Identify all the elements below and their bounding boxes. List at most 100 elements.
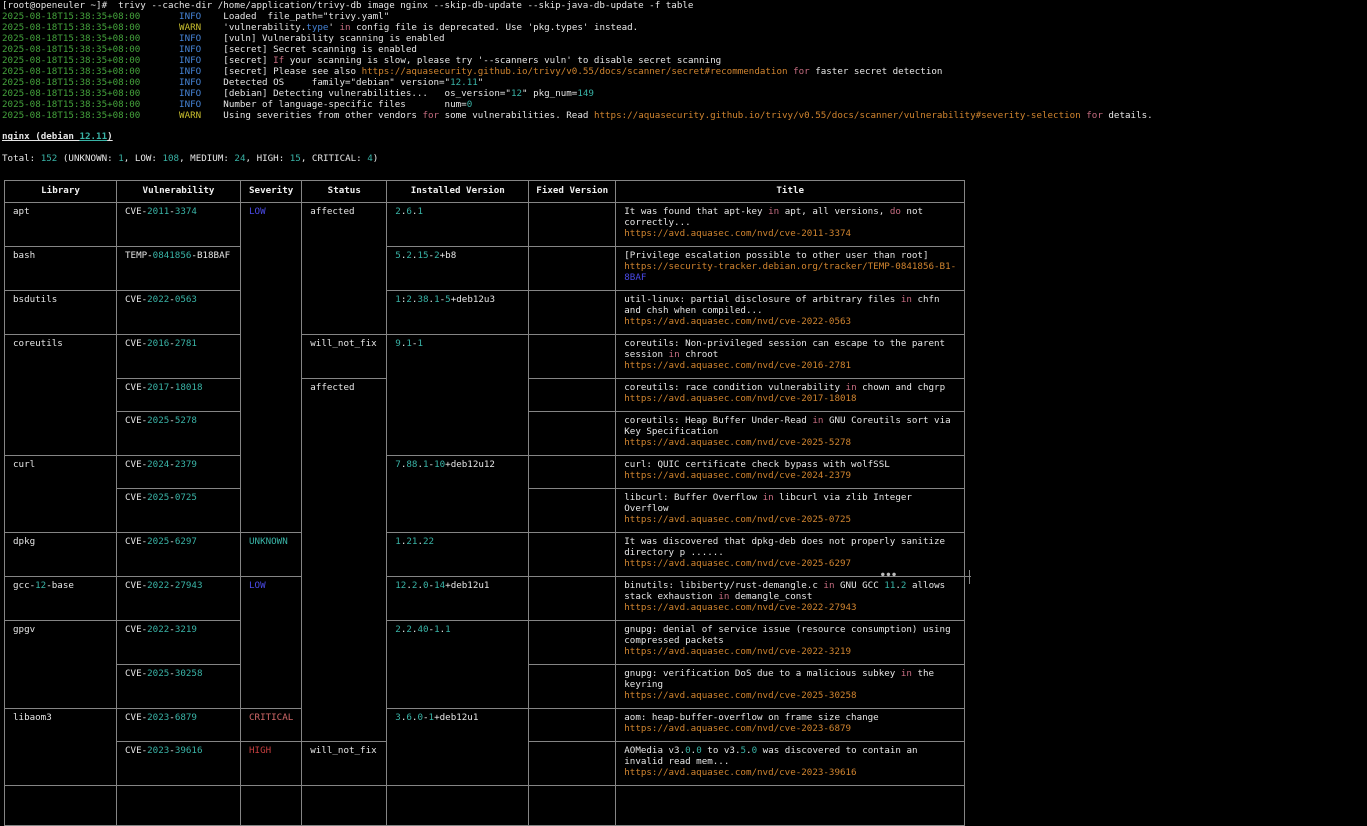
text-segment: 15 (290, 153, 301, 164)
text-segment: demangle_const (729, 591, 812, 602)
column-header-fixed-version: Fixed Version (529, 181, 616, 203)
url-link[interactable]: https://aquasecurity.github.io/trivy/v0.… (594, 110, 1081, 121)
table-row: aptCVE-2011-3374LOWaffected2.6.1It was f… (5, 203, 965, 247)
vulnerability-cell: CVE-2022-3219 (117, 621, 241, 665)
url-link[interactable]: https://aquasecurity.github.io/trivy/v0.… (362, 66, 788, 77)
url-link[interactable]: https://avd.aquasec.com/nvd/cve-2022-279… (624, 602, 856, 613)
installed-cell: 1.21.22 (387, 533, 529, 577)
terminal-line: 2025-08-18T15:38:35+08:00 WARN Using sev… (2, 111, 1153, 122)
text-segment: -B18BAF (191, 250, 230, 261)
severity-cell: UNKNOWN (241, 533, 302, 577)
fixed-cell (529, 577, 616, 621)
text-segment: CVE- (125, 492, 147, 503)
installed-cell (387, 786, 529, 826)
text-segment: gcc- (13, 580, 35, 591)
text-segment (140, 33, 179, 44)
text-segment: in (901, 668, 912, 679)
url-link[interactable]: https://avd.aquasec.com/nvd/cve-2022-056… (624, 316, 851, 327)
title-cell: util-linux: partial disclosure of arbitr… (616, 291, 965, 335)
fixed-cell (529, 621, 616, 665)
vulnerability-cell: CVE-2023-39616 (117, 742, 241, 786)
text-segment: will_not_fix (310, 745, 376, 756)
text-segment: CRITICAL (249, 712, 293, 723)
title-cell: coreutils: Heap Buffer Under-Read in GNU… (616, 412, 965, 456)
text-segment: 40 (417, 624, 428, 635)
text-segment: bash (13, 250, 35, 261)
vulnerability-cell: CVE-2024-2379 (117, 456, 241, 489)
text-segment: Number of language-specific files num= (201, 99, 467, 110)
text-segment: 2025-08-18T15:38:35+08:00 (2, 33, 140, 44)
text-segment: gnupg: verification DoS due to a malicio… (624, 668, 901, 679)
text-segment: CVE- (125, 745, 147, 756)
vulnerability-cell (117, 786, 241, 826)
title-cell: It was discovered that dpkg-deb does not… (616, 533, 965, 577)
blank-line (2, 121, 1153, 132)
vulnerability-cell: CVE-2023-6879 (117, 709, 241, 742)
text-segment: 2025 (147, 415, 169, 426)
library-cell (5, 786, 117, 826)
table-row: bashTEMP-0841856-B18BAF5.2.15-2+b8[Privi… (5, 247, 965, 291)
text-segment: nginx (debian (2, 131, 79, 142)
text-segment: 0 (467, 99, 473, 110)
url-link[interactable]: https://avd.aquasec.com/nvd/cve-2025-629… (624, 558, 851, 569)
library-cell: bsdutils (5, 291, 117, 335)
url-link[interactable]: https://avd.aquasec.com/nvd/cve-2025-527… (624, 437, 851, 448)
text-segment: ' (328, 22, 339, 33)
url-link[interactable]: https://security-tracker.debian.org/trac… (624, 261, 956, 272)
text-segment: dpkg (13, 536, 35, 547)
status-cell (302, 786, 387, 826)
vulnerability-cell: CVE-2017-18018 (117, 379, 241, 412)
url-link[interactable]: https://avd.aquasec.com/nvd/cve-2022-321… (624, 646, 851, 657)
title-line: https://avd.aquasec.com/nvd/cve-2011-337… (624, 229, 956, 240)
fixed-cell (529, 533, 616, 577)
text-segment (140, 66, 179, 77)
url-link[interactable]: https://avd.aquasec.com/nvd/cve-2024-237… (624, 470, 851, 481)
text-segment: 2017 (147, 382, 169, 393)
url-link[interactable]: https://avd.aquasec.com/nvd/cve-2016-278… (624, 360, 851, 371)
text-segment: CVE- (125, 338, 147, 349)
text-segment: GNU Coreutils sort via (823, 415, 950, 426)
text-segment: HIGH (249, 745, 271, 756)
text-segment: , LOW: (124, 153, 163, 164)
fixed-cell (529, 489, 616, 533)
text-segment: " pkg_num= (522, 88, 577, 99)
text-segment: 2025-08-18T15:38:35+08:00 (2, 99, 140, 110)
text-segment: -base (46, 580, 74, 591)
text-segment: affected (310, 206, 354, 217)
text-segment: 2025-08-18T15:38:35+08:00 (2, 66, 140, 77)
text-segment: , MEDIUM: (179, 153, 234, 164)
text-segment: CVE- (125, 206, 147, 217)
text-segment: session (624, 349, 668, 360)
severity-cell: CRITICAL (241, 709, 302, 742)
text-segment: keyring (624, 679, 663, 690)
url-link[interactable]: https://avd.aquasec.com/nvd/cve-2023-687… (624, 723, 851, 734)
url-link[interactable]: https://avd.aquasec.com/nvd/cve-2025-302… (624, 690, 856, 701)
title-line: https://avd.aquasec.com/nvd/cve-2025-527… (624, 438, 956, 449)
text-segment: It was found that apt-key (624, 206, 768, 217)
title-line: libcurl: Buffer Overflow in libcurl via … (624, 493, 956, 504)
text-segment: affected (310, 382, 354, 393)
text-segment: 2025-08-18T15:38:35+08:00 (2, 11, 140, 22)
text-segment: to v3. (702, 745, 741, 756)
text-segment: was discovered to contain an (757, 745, 917, 756)
title-line: https://avd.aquasec.com/nvd/cve-2024-237… (624, 471, 956, 482)
text-segment: in (901, 294, 912, 305)
text-segment: compressed packets (624, 635, 724, 646)
fixed-cell (529, 247, 616, 291)
table-header-row: LibraryVulnerabilitySeverityStatusInstal… (5, 181, 965, 203)
url-link[interactable]: https://avd.aquasec.com/nvd/cve-2023-396… (624, 767, 856, 778)
text-segment (140, 55, 179, 66)
text-segment: in (718, 591, 729, 602)
url-link[interactable]: https://avd.aquasec.com/nvd/cve-2017-180… (624, 393, 856, 404)
library-cell: apt (5, 203, 117, 247)
text-segment: " (478, 77, 484, 88)
url-link[interactable]: https://avd.aquasec.com/nvd/cve-2025-072… (624, 514, 851, 525)
installed-cell: 1:2.38.1-5+deb12u3 (387, 291, 529, 335)
title-line: https://avd.aquasec.com/nvd/cve-2022-056… (624, 317, 956, 328)
text-segment: 152 (41, 153, 58, 164)
text-segment: allows (906, 580, 945, 591)
text-segment: 8BAF (624, 272, 646, 283)
text-segment: some vulnerabilities. Read (439, 110, 594, 121)
text-segment: CVE- (125, 536, 147, 547)
url-link[interactable]: https://avd.aquasec.com/nvd/cve-2011-337… (624, 228, 851, 239)
